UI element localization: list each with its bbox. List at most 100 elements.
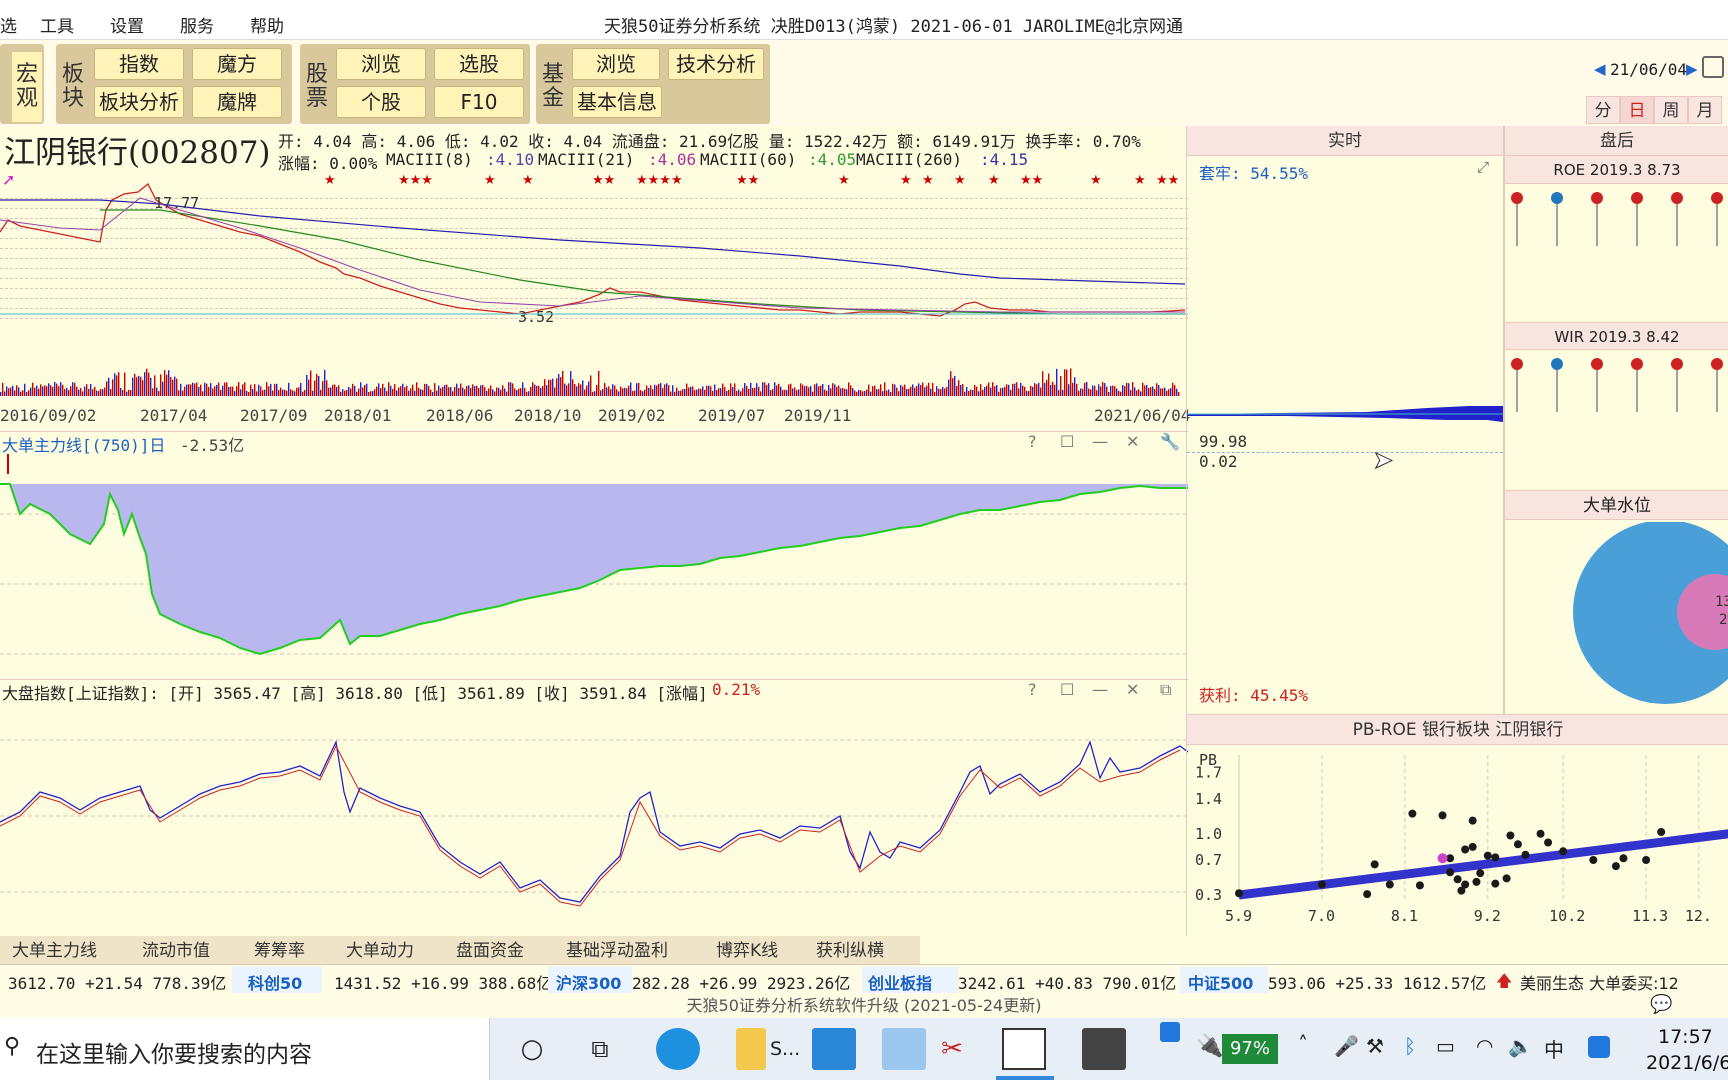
menu-item-service[interactable]: 服务 <box>180 12 214 37</box>
tab-market-funds[interactable]: 盘面资金 <box>456 938 524 964</box>
volume-bar <box>640 390 642 396</box>
index-restore-icon[interactable]: ⧉ <box>1160 680 1171 700</box>
fund-browse-button[interactable]: 浏览 <box>572 48 660 80</box>
volume-bar <box>1018 388 1020 396</box>
tech-analysis-button[interactable]: 技术分析 <box>668 48 764 80</box>
index-close-icon[interactable]: ✕ <box>1126 680 1139 699</box>
pb-roe-point <box>1476 869 1485 878</box>
volume-bar <box>490 385 492 396</box>
wrench-icon[interactable]: 🔧 <box>1160 432 1180 451</box>
cube-button[interactable]: 魔方 <box>192 48 282 80</box>
panel-corner-icon[interactable]: ⤢ <box>1477 158 1489 176</box>
qq-tray-icon[interactable] <box>1588 1036 1610 1058</box>
taskbar-search-box[interactable]: ⚲ 在这里输入你要搜索的内容 <box>0 1018 490 1080</box>
volume-bar <box>114 373 116 396</box>
volume-icon[interactable]: 🔈 <box>1508 1034 1533 1058</box>
upgrade-notice[interactable]: 天狼50证券分析系统软件升级 (2021-05-24更新) <box>0 994 1728 1018</box>
macro-button[interactable]: 宏观 <box>12 52 42 122</box>
file-explorer-icon[interactable] <box>736 1028 766 1070</box>
select-stock-button[interactable]: 选股 <box>434 48 524 80</box>
volume-bar <box>326 380 328 396</box>
tab-game-kline[interactable]: 博弈K线 <box>716 938 778 964</box>
tab-liquid-cap[interactable]: 流动市值 <box>142 938 210 964</box>
period-tab-month[interactable]: 月 <box>1688 96 1722 124</box>
mail-icon[interactable] <box>812 1028 856 1070</box>
maximize-icon[interactable]: ☐ <box>1060 432 1074 451</box>
volume-bar <box>708 385 710 396</box>
signal-stars: ★ ★★★ ★ ★ ★★ ★★★★ ★★ ★ ★ ★ ★ ★ ★★ ★ ★ ★★ <box>324 173 1179 188</box>
index-button[interactable]: 指数 <box>94 48 184 80</box>
computer-icon[interactable] <box>882 1028 926 1070</box>
cortana-icon[interactable]: ○ <box>510 1028 554 1070</box>
menu-item-settings[interactable]: 设置 <box>110 12 144 37</box>
edge-browser-icon[interactable] <box>656 1028 700 1070</box>
magic-card-button[interactable]: 魔牌 <box>192 86 282 118</box>
volume-bar <box>2 382 4 396</box>
close-icon[interactable]: ✕ <box>1126 432 1139 451</box>
tool-tray-icon[interactable]: ⚒ <box>1366 1034 1384 1058</box>
volume-bar <box>764 382 766 396</box>
volume-bar <box>106 381 108 396</box>
f10-button[interactable]: F10 <box>434 86 524 118</box>
task-view-icon[interactable]: ⧉ <box>578 1028 622 1070</box>
microphone-icon[interactable]: 🎤 <box>1334 1034 1359 1058</box>
chat-icon[interactable]: 💬 <box>1650 994 1672 1015</box>
tab-floating-profit[interactable]: 基础浮动盈利 <box>566 938 668 964</box>
sector-analysis-button[interactable]: 板块分析 <box>94 86 184 118</box>
next-date-arrow-icon[interactable]: ▶ <box>1686 60 1698 78</box>
volume-bar <box>406 385 408 396</box>
single-stock-button[interactable]: 个股 <box>336 86 426 118</box>
volume-bar <box>178 390 180 396</box>
index-minimize-icon[interactable]: — <box>1092 680 1108 699</box>
scissors-icon[interactable]: ✂ <box>930 1028 974 1070</box>
volume-bar <box>208 387 210 396</box>
index-help-icon[interactable]: ? <box>1028 680 1037 699</box>
volume-bar <box>380 388 382 396</box>
period-tab-week[interactable]: 周 <box>1654 96 1688 124</box>
ticker-hs300-name[interactable]: 沪深300 <box>556 970 621 994</box>
tab-big-order-power[interactable]: 大单动力 <box>346 938 414 964</box>
volume-bar <box>496 387 498 396</box>
chevron-up-icon[interactable]: ˄ <box>1298 1032 1308 1056</box>
index-maximize-icon[interactable]: ☐ <box>1060 680 1074 699</box>
camera-app-icon[interactable] <box>1082 1028 1126 1070</box>
basic-info-button[interactable]: 基本信息 <box>572 86 662 118</box>
volume-bar <box>202 391 204 396</box>
period-tab-day[interactable]: 日 <box>1620 96 1654 124</box>
tab-big-order-line[interactable]: 大单主力线 <box>12 938 97 964</box>
period-tab-minute[interactable]: 分 <box>1586 96 1620 124</box>
volume-bar <box>762 382 764 396</box>
help-icon[interactable]: ? <box>1028 432 1037 451</box>
refresh-icon[interactable] <box>1702 56 1724 78</box>
clock-time[interactable]: 17:57 <box>1658 1026 1713 1048</box>
bluetooth-icon[interactable]: ᛒ <box>1404 1034 1416 1058</box>
taskbar-app-s[interactable]: S... <box>770 1038 800 1060</box>
ticker-kc50-name[interactable]: 科创50 <box>248 970 302 994</box>
volume-bar <box>654 384 656 396</box>
volume-bar <box>1152 386 1154 396</box>
volume-bar <box>992 382 994 396</box>
menu-item-help[interactable]: 帮助 <box>250 12 284 37</box>
ime-indicator[interactable]: 中 <box>1544 1034 1564 1063</box>
minimize-icon[interactable]: — <box>1092 432 1108 451</box>
volume-bar <box>408 390 410 396</box>
prev-date-arrow-icon[interactable]: ◀ <box>1594 60 1606 78</box>
tab-chip-ratio[interactable]: 筹筹率 <box>254 938 305 964</box>
wifi-icon[interactable]: ◠ <box>1476 1034 1493 1058</box>
battery-tray-icon[interactable]: ▭ <box>1436 1034 1455 1058</box>
volume-bar <box>1168 389 1170 396</box>
qq-icon[interactable] <box>1160 1022 1180 1042</box>
battery-indicator[interactable]: 97% <box>1222 1034 1278 1064</box>
volume-bar <box>42 386 44 396</box>
tab-profit-overview[interactable]: 获利纵横 <box>816 938 884 964</box>
pie-label-1: 13 <box>1715 594 1728 610</box>
clock-date[interactable]: 2021/6/6 <box>1646 1052 1728 1074</box>
ticker-csi500-name[interactable]: 中证500 <box>1188 970 1253 994</box>
pb-roe-point <box>1491 853 1500 862</box>
browse-button[interactable]: 浏览 <box>336 48 426 80</box>
menu-item-tools[interactable]: 工具 <box>40 12 74 37</box>
ticker-chinext-name[interactable]: 创业板指 <box>868 970 932 994</box>
menu-item-truncated[interactable]: 选 <box>0 12 17 37</box>
volume-bar <box>864 390 866 396</box>
tianlang-app-icon[interactable] <box>1002 1028 1046 1070</box>
